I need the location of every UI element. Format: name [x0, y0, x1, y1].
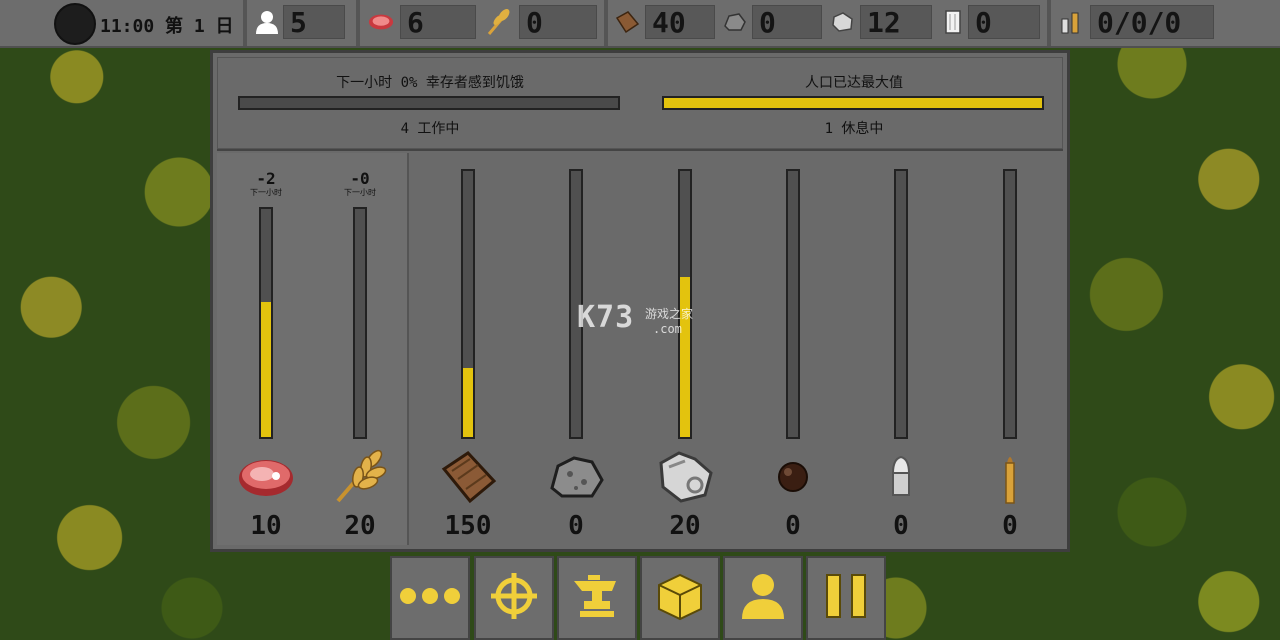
metal-count: 12 — [860, 5, 932, 39]
paper-icon — [940, 8, 966, 36]
meat-level-bar — [259, 207, 273, 439]
wheat-icon — [486, 8, 512, 36]
meat-count: 10 — [250, 511, 282, 541]
meat-icon — [226, 447, 306, 507]
metal-scrap-icon — [645, 447, 725, 507]
rifle-round-level-bar — [1003, 169, 1017, 439]
resource-panel: 下一小时 0% 幸存者感到饥饿 4 工作中 人口已达最大值 1 休息中 -2 下一… — [210, 50, 1070, 552]
more-dots-icon — [398, 584, 462, 612]
population-progress-bar — [662, 96, 1044, 110]
metal-level-fill — [680, 277, 690, 437]
pause-icon — [821, 571, 871, 625]
metal-count: 20 — [669, 511, 701, 541]
stone-icon — [536, 447, 616, 507]
hud-separator — [356, 0, 360, 46]
ammo-count: 0/0/0 — [1090, 5, 1214, 39]
bullet-count: 0 — [893, 511, 909, 541]
rifle-round-icon — [970, 447, 1050, 507]
meat-rate: -2 — [256, 169, 276, 188]
crate-icon — [655, 571, 705, 625]
status-section: 下一小时 0% 幸存者感到饥饿 4 工作中 人口已达最大值 1 休息中 — [217, 57, 1063, 149]
wood-count: 150 — [444, 511, 492, 541]
anvil-icon — [572, 573, 622, 623]
hud-separator — [1047, 0, 1051, 46]
wood-level-bar — [461, 169, 475, 439]
wheat-level-bar — [353, 207, 367, 439]
resting-count-text: 1 休息中 — [824, 121, 884, 137]
population-icon — [254, 8, 280, 36]
metal-icon — [830, 8, 856, 36]
hud-separator — [604, 0, 608, 46]
wheat-rate: -0 — [350, 169, 370, 188]
hunger-progress-bar — [238, 96, 620, 110]
wood-count: 40 — [645, 5, 715, 39]
wheat-count: 20 — [344, 511, 376, 541]
more-button[interactable] — [390, 556, 470, 640]
survivors-button[interactable] — [723, 556, 803, 640]
wheat-rate-unit: 下一小时 — [344, 188, 376, 197]
target-button[interactable] — [474, 556, 554, 640]
working-count-text: 4 工作中 — [400, 121, 460, 137]
game-time: 11:00 第 1 日 — [100, 16, 234, 37]
wheat-count: 0 — [519, 5, 597, 39]
ammo-icon — [1058, 8, 1084, 36]
cannonball-icon — [753, 447, 833, 507]
metal-level-bar — [678, 169, 692, 439]
craft-button[interactable] — [557, 556, 637, 640]
wood-icon — [614, 8, 640, 36]
bullet-icon — [861, 447, 941, 507]
population-progress-fill — [664, 98, 1042, 108]
paper-count: 0 — [968, 5, 1040, 39]
cannonball-level-bar — [786, 169, 800, 439]
wood-level-fill — [463, 367, 473, 437]
cannonball-count: 0 — [785, 511, 801, 541]
wheat-icon — [320, 447, 400, 507]
panel-divider — [217, 149, 1063, 151]
clock-icon[interactable] — [54, 3, 96, 45]
bullet-level-bar — [894, 169, 908, 439]
meat-rate-unit: 下一小时 — [250, 188, 282, 197]
crosshair-icon — [489, 571, 539, 625]
hunger-status-text: 下一小时 0% 幸存者感到饥饿 — [336, 75, 524, 91]
pause-button[interactable] — [806, 556, 886, 640]
population-count: 5 — [283, 5, 345, 39]
stone-count: 0 — [752, 5, 822, 39]
stone-level-bar — [569, 169, 583, 439]
stone-icon — [722, 8, 748, 36]
stone-count: 0 — [568, 511, 584, 541]
storage-button[interactable] — [640, 556, 720, 640]
top-hud-bar: 11:00 第 1 日 5 6 0 40 0 12 0 0/0/0 — [0, 0, 1280, 48]
meat-icon — [368, 8, 394, 36]
meat-level-fill — [261, 302, 271, 437]
person-icon — [738, 571, 788, 625]
rifle-round-count: 0 — [1002, 511, 1018, 541]
meat-count: 6 — [400, 5, 476, 39]
hud-separator — [243, 0, 247, 46]
wood-icon — [428, 447, 508, 507]
population-status-text: 人口已达最大值 — [805, 75, 903, 91]
